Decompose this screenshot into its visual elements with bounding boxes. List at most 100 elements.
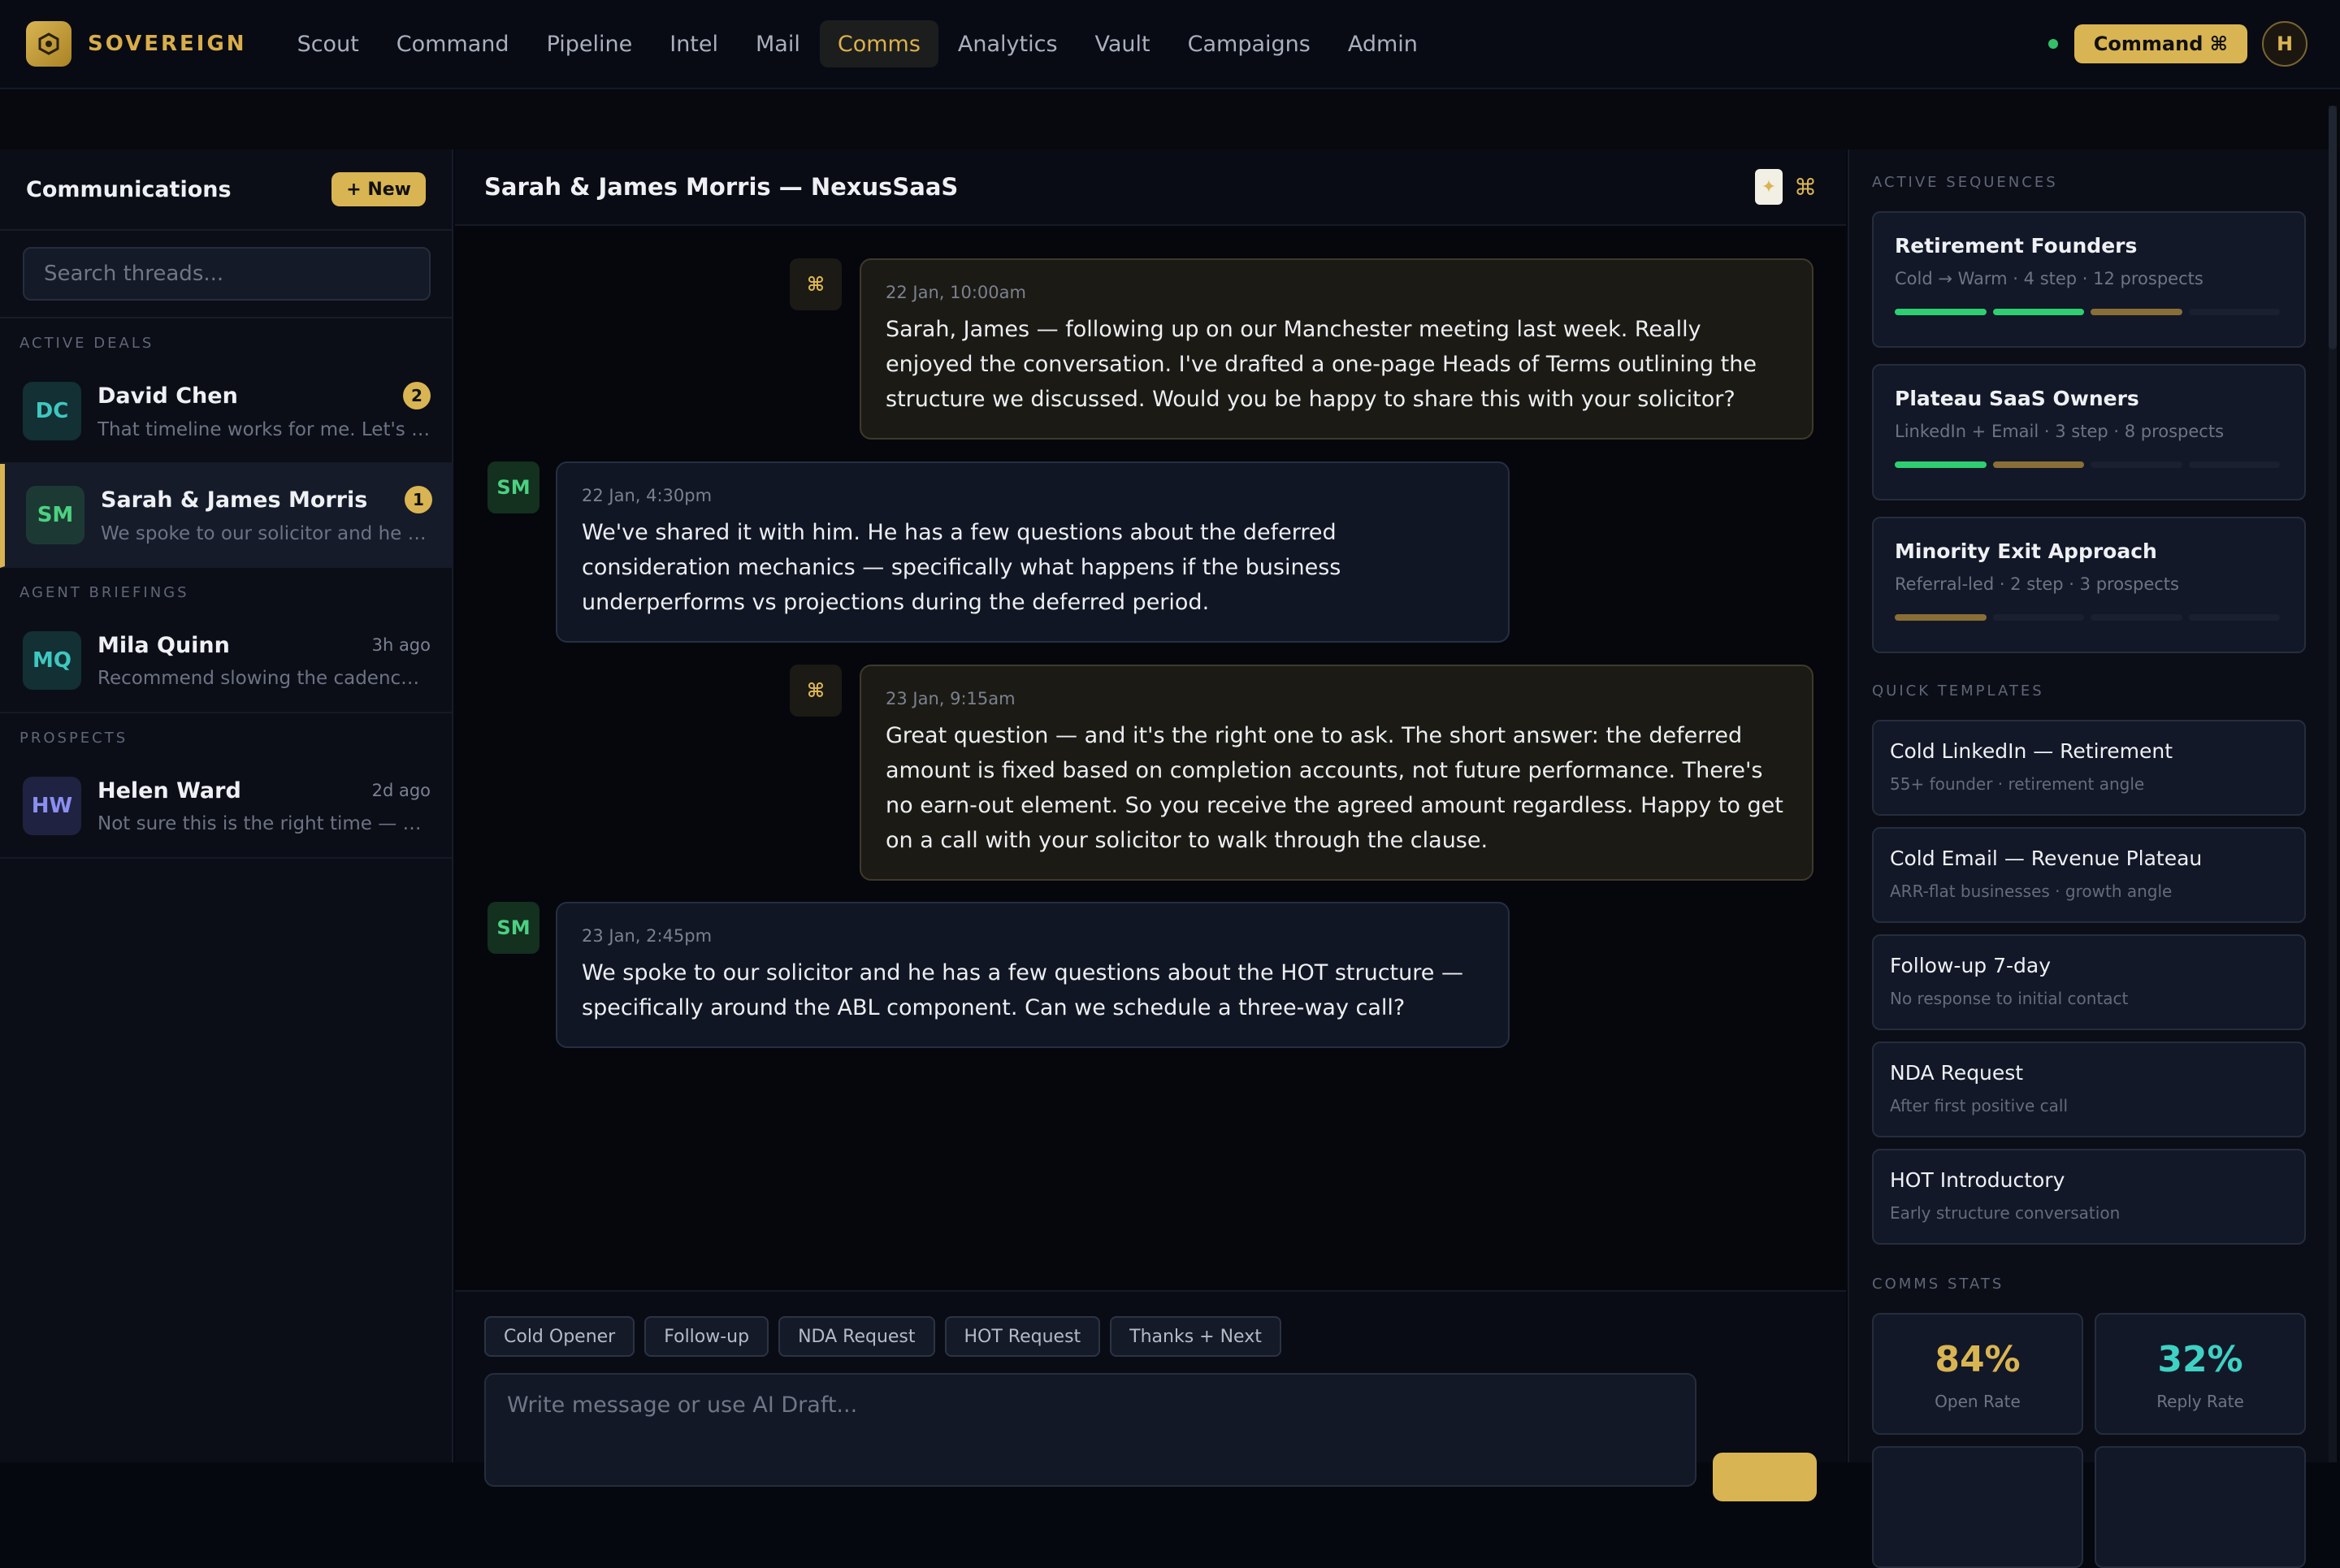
- template-card[interactable]: Cold Email — Revenue Plateau ARR-flat bu…: [1872, 827, 2306, 923]
- chip-nda-request[interactable]: NDA Request: [778, 1316, 935, 1357]
- thread-snippet: That timeline works for me. Let's schedu…: [98, 419, 431, 440]
- sequence-step-2: [1992, 614, 2084, 621]
- avatar: HW: [23, 777, 81, 835]
- scrollbar-thumb[interactable]: [2329, 106, 2337, 349]
- sequence-step-3: [2091, 309, 2182, 315]
- sm-avatar: SM: [488, 902, 540, 954]
- nav-analytics[interactable]: Analytics: [940, 20, 1076, 67]
- search-wrap: [0, 231, 452, 318]
- comms-stats-label: COMMS STATS: [1872, 1276, 2004, 1293]
- nav-command[interactable]: Command: [379, 20, 527, 67]
- chip-thanks-next[interactable]: Thanks + Next: [1110, 1316, 1281, 1357]
- nav-vault[interactable]: Vault: [1077, 20, 1168, 67]
- section-label-agent-briefings: AGENT BRIEFINGS: [20, 584, 189, 601]
- thread-david-chen[interactable]: DC David Chen 2 That timeline works for …: [0, 360, 452, 464]
- hexagon-logo-icon: [26, 21, 72, 67]
- sequence-name: Plateau SaaS Owners: [1895, 387, 2139, 410]
- nav-campaigns[interactable]: Campaigns: [1170, 20, 1328, 67]
- unread-badge: 2: [403, 382, 431, 409]
- template-sub: No response to initial contact: [1890, 989, 2129, 1008]
- message-input[interactable]: [484, 1373, 1696, 1487]
- stat-label: Open Rate: [1935, 1392, 2021, 1411]
- stat-value: 32%: [2157, 1339, 2243, 1380]
- template-card[interactable]: NDA Request After first positive call: [1872, 1042, 2306, 1137]
- template-card[interactable]: Cold LinkedIn — Retirement 55+ founder ·…: [1872, 720, 2306, 816]
- template-card[interactable]: Follow-up 7-day No response to initial c…: [1872, 934, 2306, 1030]
- agent-avatar-icon: ⌘: [790, 665, 842, 717]
- stat-card: [2095, 1446, 2306, 1568]
- threads-sidebar: Communications + New ACTIVE DEALS DC Dav…: [0, 149, 453, 1462]
- sequence-progress: [1895, 461, 2286, 468]
- message-bubble: 22 Jan, 4:30pm We've shared it with him.…: [556, 461, 1510, 643]
- thread-name: David Chen: [98, 383, 238, 409]
- send-button[interactable]: [1713, 1453, 1817, 1501]
- right-panel: ACTIVE SEQUENCES Retirement Founders Col…: [1848, 149, 2330, 1568]
- thread-sarah-james-morris[interactable]: SM Sarah & James Morris 1 We spoke to ou…: [0, 464, 452, 568]
- message-time: 23 Jan, 9:15am: [886, 689, 1016, 708]
- message-bubble: 23 Jan, 2:45pm We spoke to our solicitor…: [556, 902, 1510, 1048]
- search-threads-input[interactable]: [23, 247, 431, 301]
- quick-chips: Cold Opener Follow-up NDA Request HOT Re…: [484, 1316, 1291, 1357]
- sequence-meta: Cold → Warm · 4 step · 12 prospects: [1895, 269, 2204, 288]
- main-nav: Scout Command Pipeline Intel Mail Comms …: [280, 20, 1437, 67]
- ai-spark-icon[interactable]: ✦: [1755, 169, 1783, 205]
- template-sub: After first positive call: [1890, 1096, 2068, 1115]
- page-scrollbar[interactable]: [2329, 106, 2337, 1462]
- stat-card-open-rate: 84% Open Rate: [1872, 1313, 2083, 1435]
- user-avatar[interactable]: H: [2262, 21, 2308, 67]
- template-sub: ARR-flat businesses · growth angle: [1890, 881, 2173, 901]
- command-button[interactable]: Command ⌘: [2074, 24, 2247, 63]
- thread-name: Mila Quinn: [98, 632, 230, 658]
- sidebar-header: Communications + New: [0, 149, 452, 231]
- sequence-step-4: [2188, 461, 2280, 468]
- template-card[interactable]: HOT Introductory Early structure convers…: [1872, 1149, 2306, 1245]
- sequence-step-4: [2188, 614, 2280, 621]
- nav-intel[interactable]: Intel: [652, 20, 736, 67]
- message-text: We spoke to our solicitor and he has a f…: [582, 960, 1463, 1020]
- composer: Cold Opener Follow-up NDA Request HOT Re…: [455, 1290, 1846, 1501]
- sm-avatar: SM: [488, 461, 540, 513]
- nav-admin[interactable]: Admin: [1330, 20, 1436, 67]
- template-name: Cold Email — Revenue Plateau: [1890, 847, 2203, 870]
- thread-mila-quinn[interactable]: MQ Mila Quinn 3h ago Recommend slowing t…: [0, 609, 452, 713]
- thread-helen-ward[interactable]: HW Helen Ward 2d ago Not sure this is th…: [0, 755, 452, 859]
- new-thread-button[interactable]: + New: [332, 172, 426, 206]
- template-name: HOT Introductory: [1890, 1168, 2065, 1192]
- stat-value: 84%: [1935, 1339, 2021, 1380]
- sequence-step-2: [1992, 309, 2084, 315]
- avatar: DC: [23, 382, 81, 440]
- message-bubble: 22 Jan, 10:00am Sarah, James — following…: [860, 258, 1814, 440]
- sequence-step-2: [1992, 461, 2084, 468]
- message-text: Great question — and it's the right one …: [886, 723, 1783, 853]
- sequence-step-1: [1895, 309, 1987, 315]
- conversation-header: Sarah & James Morris — NexusSaaS ✦ ⌘: [455, 149, 1846, 226]
- message-text: We've shared it with him. He has a few q…: [582, 520, 1341, 615]
- template-name: Follow-up 7-day: [1890, 954, 2052, 977]
- chip-hot-request[interactable]: HOT Request: [944, 1316, 1101, 1357]
- unread-badge: 1: [405, 486, 432, 513]
- sequence-step-3: [2091, 614, 2182, 621]
- chip-follow-up[interactable]: Follow-up: [644, 1316, 769, 1357]
- brand[interactable]: SOVEREIGN: [26, 21, 247, 67]
- header-actions: ✦ ⌘: [1755, 169, 1817, 205]
- message-incoming: 22 Jan, 4:30pm We've shared it with him.…: [556, 461, 1510, 643]
- sequence-meta: LinkedIn + Email · 3 step · 8 prospects: [1895, 422, 2225, 441]
- command-icon[interactable]: ⌘: [1794, 174, 1817, 201]
- stat-card: [1872, 1446, 2083, 1568]
- sequence-card[interactable]: Plateau SaaS Owners LinkedIn + Email · 3…: [1872, 364, 2306, 500]
- sequence-card[interactable]: Retirement Founders Cold → Warm · 4 step…: [1872, 211, 2306, 348]
- conversation-pane: Sarah & James Morris — NexusSaaS ✦ ⌘ ⌘ 2…: [455, 149, 1846, 1501]
- thread-snippet: Not sure this is the right time — maybe …: [98, 812, 431, 834]
- nav-scout[interactable]: Scout: [280, 20, 377, 67]
- message-bubble: 23 Jan, 9:15am Great question — and it's…: [860, 665, 1814, 881]
- sequence-card[interactable]: Minority Exit Approach Referral-led · 2 …: [1872, 517, 2306, 653]
- template-sub: 55+ founder · retirement angle: [1890, 774, 2145, 794]
- message-time: 23 Jan, 2:45pm: [582, 926, 713, 946]
- sequence-progress: [1895, 614, 2286, 621]
- nav-pipeline[interactable]: Pipeline: [529, 20, 651, 67]
- message-text: Sarah, James — following up on our Manch…: [886, 317, 1757, 412]
- chip-cold-opener[interactable]: Cold Opener: [484, 1316, 635, 1357]
- nav-comms[interactable]: Comms: [819, 20, 938, 67]
- nav-mail[interactable]: Mail: [738, 20, 818, 67]
- thread-name: Helen Ward: [98, 778, 241, 803]
